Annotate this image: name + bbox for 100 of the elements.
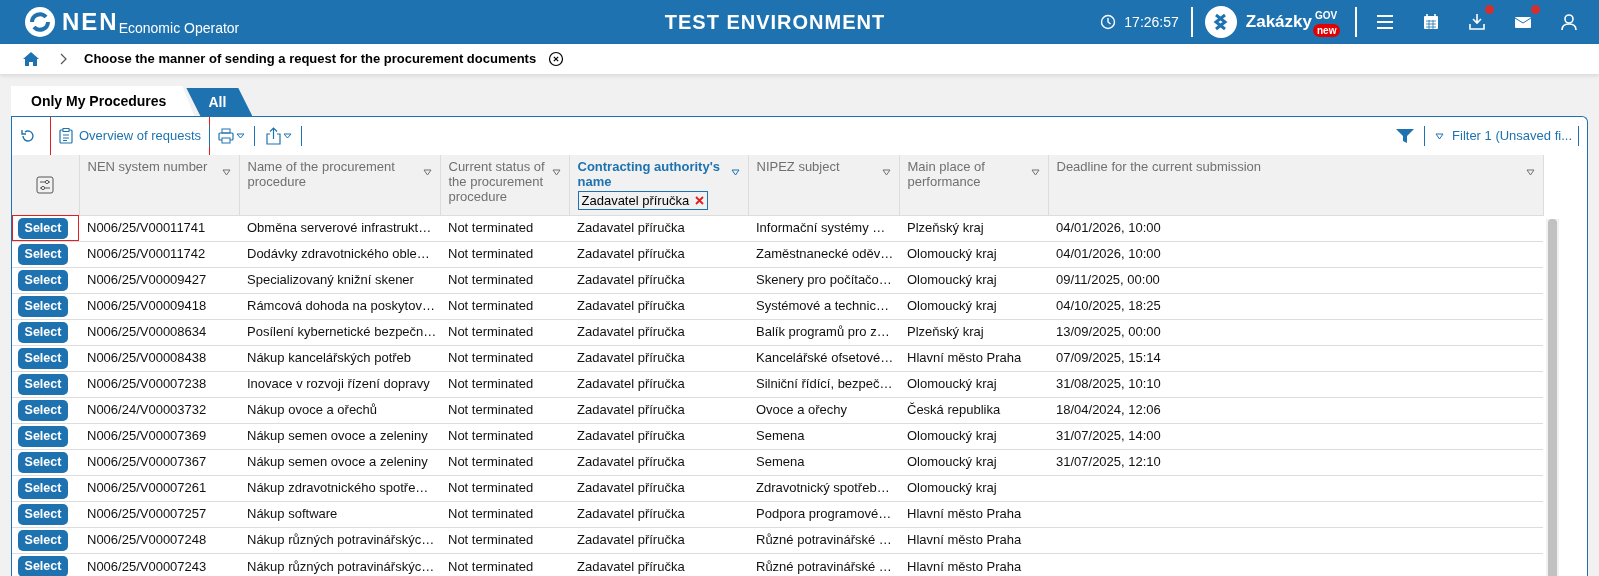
sort-caret-icon[interactable] bbox=[551, 169, 561, 176]
table-cell: Not terminated bbox=[448, 376, 534, 392]
table-cell: N006/25/V00009427 bbox=[87, 272, 207, 288]
table-cell: Skenery pro počítačo… bbox=[756, 272, 892, 288]
scrollbar-thumb[interactable] bbox=[1547, 219, 1557, 576]
tab[interactable]: Only My Procedures bbox=[11, 86, 195, 116]
table-cell: Inovace v rozvoji řízení dopravy bbox=[247, 376, 430, 392]
sort-caret-icon[interactable] bbox=[1525, 169, 1535, 176]
table-cell: 04/10/2025, 18:25 bbox=[1056, 298, 1161, 314]
table-cell: Not terminated bbox=[448, 220, 534, 236]
column-header[interactable]: Name of the procurement procedure bbox=[247, 159, 419, 189]
table-cell: Ovoce a ořechy bbox=[756, 402, 848, 418]
brand-name: NEN bbox=[62, 7, 119, 37]
table-cell: Olomoucký kraj bbox=[907, 454, 997, 470]
select-button[interactable]: Select bbox=[18, 373, 68, 395]
filter-icon[interactable] bbox=[1396, 128, 1415, 144]
portal-logo-icon bbox=[1204, 6, 1237, 38]
portal-name[interactable]: Zakázky bbox=[1245, 9, 1312, 35]
table-cell: Hlavní město Praha bbox=[907, 558, 1022, 574]
table-cell: Různé potravinářské … bbox=[756, 558, 892, 574]
table-cell: Zaměstnanecké oděv… bbox=[756, 246, 894, 262]
table-cell: 09/11/2025, 00:00 bbox=[1056, 272, 1160, 288]
caret-icon bbox=[1435, 132, 1445, 140]
table-cell: N006/25/V00011742 bbox=[87, 246, 206, 262]
table-cell: Posílení kybernetické bezpečn… bbox=[247, 324, 437, 340]
table-cell: Hlavní město Praha bbox=[907, 532, 1022, 548]
remove-icon[interactable] bbox=[695, 196, 705, 205]
sort-caret-icon[interactable] bbox=[221, 169, 231, 176]
user-icon[interactable] bbox=[1559, 12, 1579, 32]
select-button[interactable]: Select bbox=[18, 451, 68, 473]
table-cell: N006/25/V00009418 bbox=[87, 298, 207, 314]
refresh-icon[interactable] bbox=[20, 128, 36, 144]
table-cell: Semena bbox=[756, 428, 805, 444]
select-button[interactable]: Select bbox=[18, 399, 68, 421]
tab[interactable]: All bbox=[186, 88, 253, 116]
table-cell: 13/09/2025, 00:00 bbox=[1056, 324, 1161, 340]
table-cell: Zadavatel příručka bbox=[577, 532, 685, 548]
table-cell: 04/01/2026, 10:00 bbox=[1056, 220, 1161, 236]
select-button[interactable]: Select bbox=[18, 529, 68, 551]
select-button[interactable]: Select bbox=[18, 425, 68, 447]
select-button[interactable]: Select bbox=[18, 295, 68, 317]
table-cell: N006/25/V00008438 bbox=[87, 350, 207, 366]
select-button[interactable]: Select bbox=[18, 243, 68, 265]
column-header[interactable]: NIPEZ subject bbox=[756, 159, 840, 176]
new-badge: new bbox=[1313, 24, 1341, 37]
select-button[interactable]: Select bbox=[18, 321, 68, 343]
table-cell: Nákup zdravotnického spotře… bbox=[247, 480, 429, 496]
close-icon[interactable] bbox=[548, 51, 565, 67]
column-header[interactable]: Main place of performance bbox=[907, 159, 1027, 189]
table-cell: N006/25/V00007238 bbox=[87, 376, 207, 392]
column-settings-icon[interactable] bbox=[36, 175, 55, 194]
table-cell: Olomoucký kraj bbox=[907, 246, 997, 262]
column-header[interactable]: Current status of the procurement procedure bbox=[448, 159, 548, 204]
download-icon[interactable] bbox=[1467, 12, 1487, 32]
select-button[interactable]: Select bbox=[18, 269, 68, 291]
select-button[interactable]: Select bbox=[18, 217, 68, 239]
table-cell: Olomoucký kraj bbox=[907, 272, 997, 288]
table-cell: Silniční řídící, bezpeč… bbox=[756, 376, 893, 392]
select-button[interactable]: Select bbox=[18, 555, 68, 576]
table-cell: 04/01/2026, 10:00 bbox=[1056, 246, 1161, 262]
overview-button[interactable]: Overview of requests bbox=[51, 117, 210, 155]
sort-caret-icon[interactable] bbox=[422, 169, 432, 176]
table-cell: Nákup semen ovoce a zeleniny bbox=[247, 454, 428, 470]
table-cell: Nákup software bbox=[247, 506, 338, 522]
table-cell: Not terminated bbox=[448, 298, 534, 314]
home-icon[interactable] bbox=[22, 51, 40, 67]
logo-icon bbox=[24, 6, 56, 38]
column-header[interactable]: Deadline for the current submission bbox=[1056, 159, 1261, 176]
select-button[interactable]: Select bbox=[18, 347, 68, 369]
table-cell: Zadavatel příručka bbox=[577, 480, 685, 496]
table-cell: Plzeňský kraj bbox=[907, 220, 984, 236]
table-cell: Hlavní město Praha bbox=[907, 506, 1022, 522]
table-cell: Česká republika bbox=[907, 402, 1001, 418]
table-cell: 31/07/2025, 12:10 bbox=[1056, 454, 1161, 470]
table-cell: Nákup různých potravinářskýc… bbox=[247, 532, 435, 548]
table-cell: 07/09/2025, 15:14 bbox=[1056, 350, 1161, 366]
table-cell: Obměna serverové infrastrukt… bbox=[247, 220, 432, 236]
sort-caret-icon[interactable] bbox=[1030, 169, 1040, 176]
saved-filter-dropdown[interactable]: Filter 1 (Unsaved fi... bbox=[1435, 126, 1572, 146]
table-cell: Zadavatel příručka bbox=[577, 454, 685, 470]
table-cell: Olomoucký kraj bbox=[907, 376, 997, 392]
table-cell: Rámcová dohoda na poskytov… bbox=[247, 298, 435, 314]
select-button[interactable]: Select bbox=[18, 477, 68, 499]
table-cell: Not terminated bbox=[448, 272, 534, 288]
table-cell: Not terminated bbox=[448, 506, 534, 522]
share-icon[interactable] bbox=[265, 127, 294, 145]
sort-caret-icon[interactable] bbox=[730, 169, 740, 176]
table-cell: N006/25/V00007257 bbox=[87, 506, 207, 522]
column-header[interactable]: NEN system number bbox=[87, 159, 208, 176]
menu-icon[interactable] bbox=[1375, 12, 1395, 32]
column-header[interactable]: Contracting authority's name bbox=[577, 159, 727, 189]
clipboard-icon bbox=[59, 128, 73, 144]
table-cell: N006/25/V00011741 bbox=[87, 220, 206, 236]
select-button[interactable]: Select bbox=[18, 503, 68, 525]
table-cell: Zadavatel příručka bbox=[577, 428, 685, 444]
calendar-icon[interactable] bbox=[1421, 12, 1441, 32]
filter-chip[interactable]: Zadavatel příručka bbox=[577, 191, 709, 210]
table-cell: N006/25/V00007248 bbox=[87, 532, 207, 548]
print-icon[interactable] bbox=[218, 128, 247, 144]
sort-caret-icon[interactable] bbox=[881, 169, 891, 176]
